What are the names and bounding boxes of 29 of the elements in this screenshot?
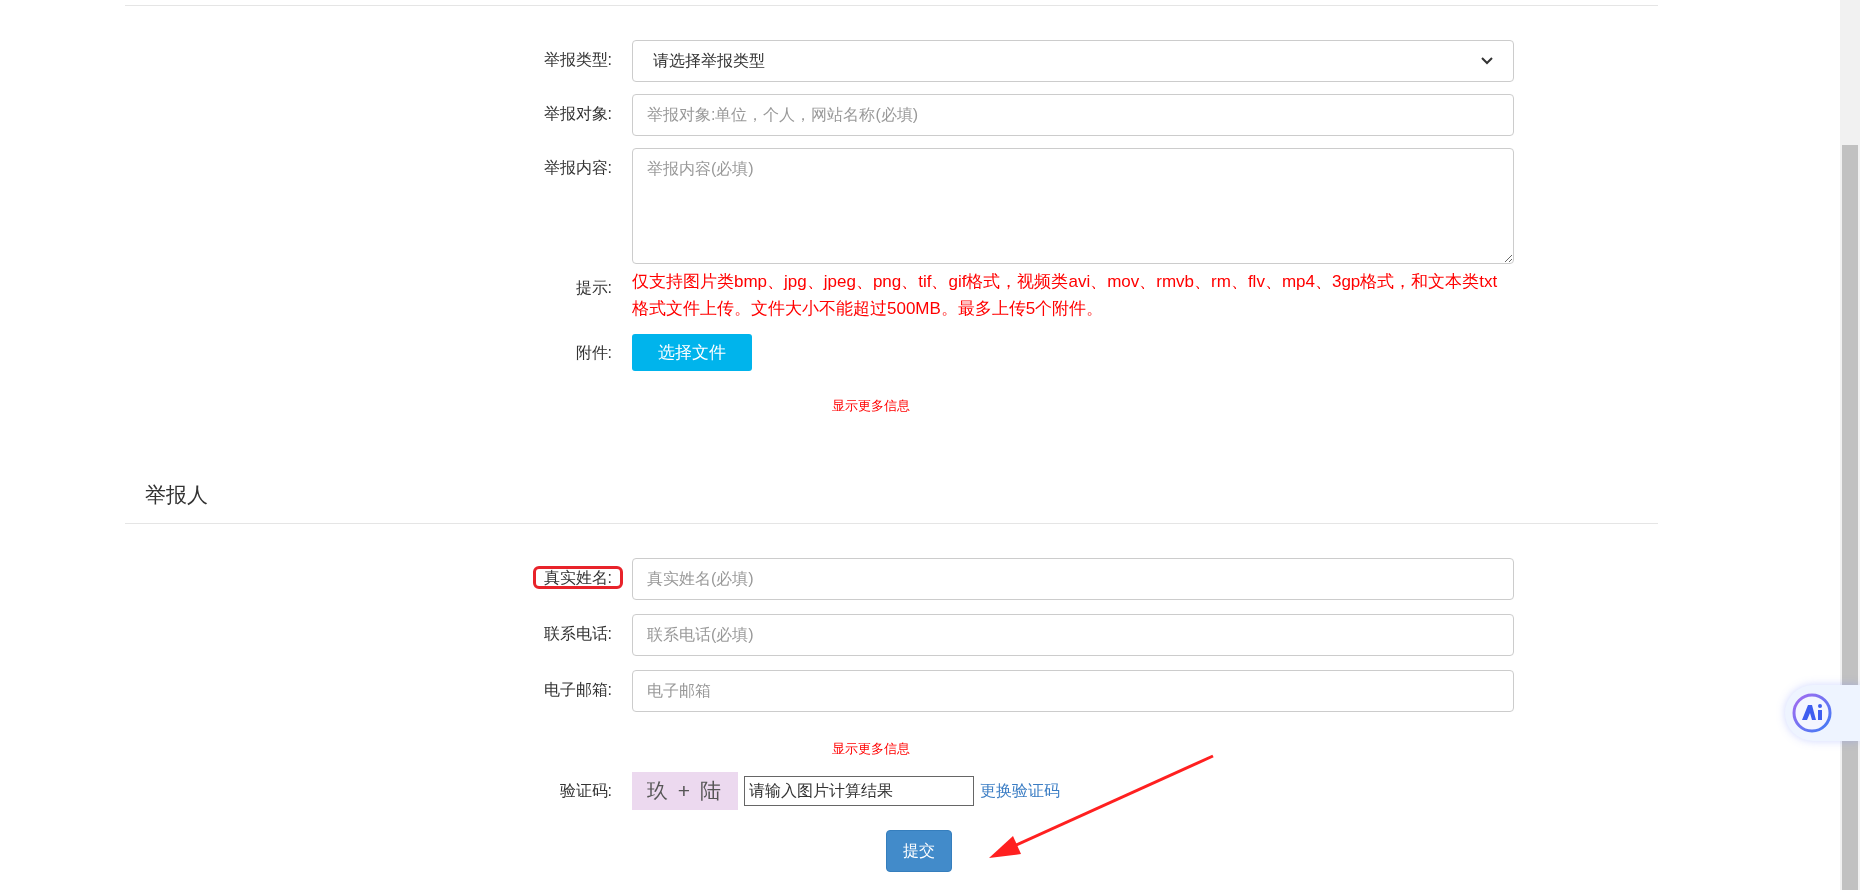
field-label: 举报内容: [543,159,612,176]
scrollbar[interactable] [1840,0,1860,890]
input-field[interactable]: 真实姓名(必填) [632,557,1514,600]
scrollbar-thumb[interactable] [1842,145,1858,890]
input-field[interactable]: 举报对象:单位，个人，网站名称(必填) [632,94,1514,136]
show-more-link[interactable]: 显示更多信息 [832,740,910,756]
field-label: 验证码: [559,780,612,801]
chevron-down-icon [1481,57,1493,65]
input-field[interactable]: 联系电话(必填) [632,613,1514,656]
hint-text: 仅支持图片类bmp、jpg、jpeg、png、tif、gif格式，视频类avi、mov、rmvb、rm、flv、mp4、3gp格式，和文本类txt格式文件上传。文件大小不能超过500MB。最多上传5个附件。 [632,271,1499,320]
field-label: 举报类型: [543,51,612,68]
captcha-input[interactable]: 请输入图片计算结果 [744,775,974,806]
field-label: 举报对象: [543,105,612,122]
show-more-link[interactable]: 显示更多信息 [832,398,910,413]
text-area[interactable]: 举报内容(必填) [632,148,1514,264]
field-label: 真实姓名: [535,568,620,586]
type-dropdown[interactable]: 请选择举报类型 [632,40,1514,82]
ai-assistant-button[interactable] [1785,685,1860,741]
refresh-captcha-link[interactable]: 更换验证码 [980,778,1060,803]
ai-icon [1791,692,1833,734]
input-field[interactable]: 电子邮箱 [632,669,1514,712]
captcha-image: 玖 + 陆 [632,771,738,810]
field-label: 提示: [575,279,612,296]
field-label: 电子邮箱: [543,680,612,698]
section-title: 举报人 [145,482,209,508]
field-label: 联系电话: [543,624,612,642]
field-label: 附件: [575,344,612,361]
choose-file-button[interactable]: 选择文件 [632,334,752,371]
submit-button[interactable]: 提交 [886,829,952,872]
